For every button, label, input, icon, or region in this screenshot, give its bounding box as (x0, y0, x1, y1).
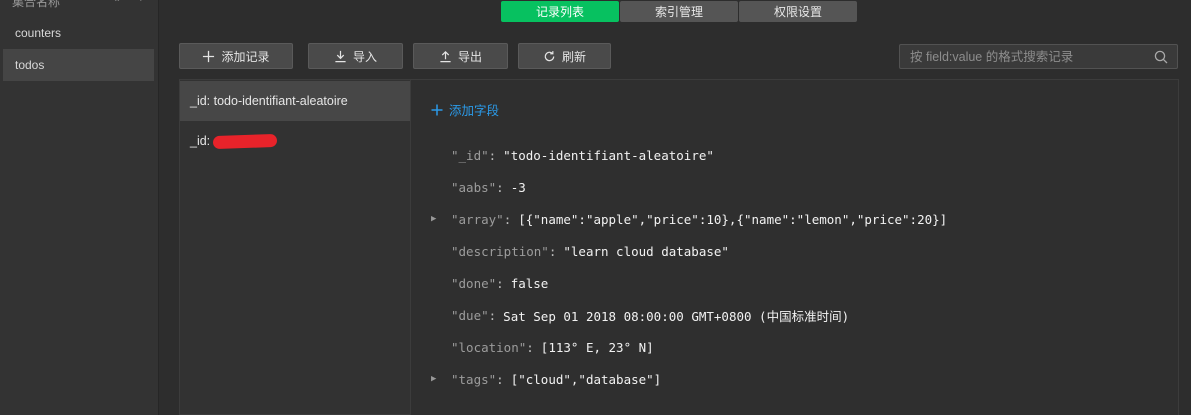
field-value: [{"name":"apple","price":10},{"name":"le… (518, 211, 948, 227)
search-icon[interactable] (1153, 49, 1169, 65)
field-key: "description" (451, 243, 549, 259)
field-key: "aabs" (451, 179, 497, 195)
add-field-label: 添加字段 (449, 104, 500, 118)
field-row-description[interactable]: "description": "learn cloud database" (435, 242, 729, 260)
export-label: 导出 (457, 49, 482, 64)
plus-icon (431, 104, 443, 115)
collection-label: counters (15, 26, 62, 40)
expand-caret-icon[interactable]: ▶ (431, 374, 439, 384)
add-collection-icon[interactable]: + (138, 0, 144, 5)
sidebar-header-actions: « + (113, 0, 144, 5)
redaction-mark (212, 133, 278, 149)
field-value: -3 (510, 179, 526, 195)
add-record-button[interactable]: 添加记录 (179, 43, 293, 69)
import-label: 导入 (352, 49, 377, 64)
download-icon (335, 50, 346, 62)
field-value: "learn cloud database" (563, 243, 729, 259)
field-row-due[interactable]: "due": Sat Sep 01 2018 08:00:00 GMT+0800 … (435, 306, 849, 324)
sidebar-header: 集合名称 « + (0, 0, 158, 9)
view-tabs: 记录列表 索引管理 权限设置 (501, 1, 858, 22)
add-record-label: 添加记录 (221, 49, 270, 64)
field-row-tags[interactable]: ▶ "tags": ["cloud","database"] (431, 370, 662, 388)
field-value: ["cloud","database"] (510, 371, 662, 387)
search-input[interactable] (910, 49, 1150, 64)
field-key: "done" (451, 275, 497, 291)
record-item[interactable]: _id: todo-identifiant-aleatoire (180, 81, 410, 121)
record-id-label: _id: (190, 134, 211, 148)
record-search-box[interactable] (899, 44, 1178, 69)
refresh-icon (544, 50, 555, 61)
field-row-array[interactable]: ▶ "array": [{"name":"apple","price":10},{… (431, 210, 948, 228)
field-row-aabs[interactable]: "aabs": -3 (435, 178, 526, 196)
field-key: "array" (451, 211, 504, 227)
field-key: "_id" (451, 147, 489, 163)
tab-record-list[interactable]: 记录列表 (501, 1, 619, 22)
upload-icon (440, 50, 451, 62)
record-item[interactable]: _id: (180, 121, 410, 161)
field-row-id[interactable]: "_id": "todo-identifiant-aleatoire" (435, 146, 714, 164)
record-id-label: _id: todo-identifiant-aleatoire (190, 94, 348, 108)
field-row-location[interactable]: "location": [113° E, 23° N] (435, 338, 654, 356)
import-button[interactable]: 导入 (308, 43, 403, 69)
export-button[interactable]: 导出 (413, 43, 508, 69)
collection-label: todos (15, 58, 45, 72)
field-row-done[interactable]: "done": false (435, 274, 548, 292)
record-detail: 添加字段 "_id": "todo-identifiant-aleatoire" … (411, 79, 1179, 415)
sidebar-header-label: 集合名称 (12, 0, 61, 9)
record-list: _id: todo-identifiant-aleatoire _id: (179, 79, 411, 415)
collection-sidebar: 集合名称 « + counters todos (0, 0, 159, 415)
collection-item-todos[interactable]: todos (3, 49, 154, 81)
field-value: "todo-identifiant-aleatoire" (503, 147, 714, 163)
expand-caret-icon[interactable]: ▶ (431, 214, 439, 224)
refresh-label: 刷新 (561, 49, 586, 64)
tab-permission-settings[interactable]: 权限设置 (739, 1, 857, 22)
field-value: [113° E, 23° N] (540, 339, 654, 355)
collection-item-counters[interactable]: counters (3, 17, 154, 49)
plus-icon (203, 50, 215, 62)
add-field-button[interactable]: 添加字段 (431, 100, 499, 119)
collapse-icon[interactable]: « (113, 0, 119, 5)
tab-index-management[interactable]: 索引管理 (620, 1, 738, 22)
field-key: "location" (451, 339, 527, 355)
field-key: "tags" (451, 371, 497, 387)
field-value: Sat Sep 01 2018 08:00:00 GMT+0800 (中国标准时… (503, 308, 850, 324)
field-value: false (510, 275, 549, 291)
refresh-button[interactable]: 刷新 (518, 43, 611, 69)
field-key: "due" (451, 307, 489, 323)
